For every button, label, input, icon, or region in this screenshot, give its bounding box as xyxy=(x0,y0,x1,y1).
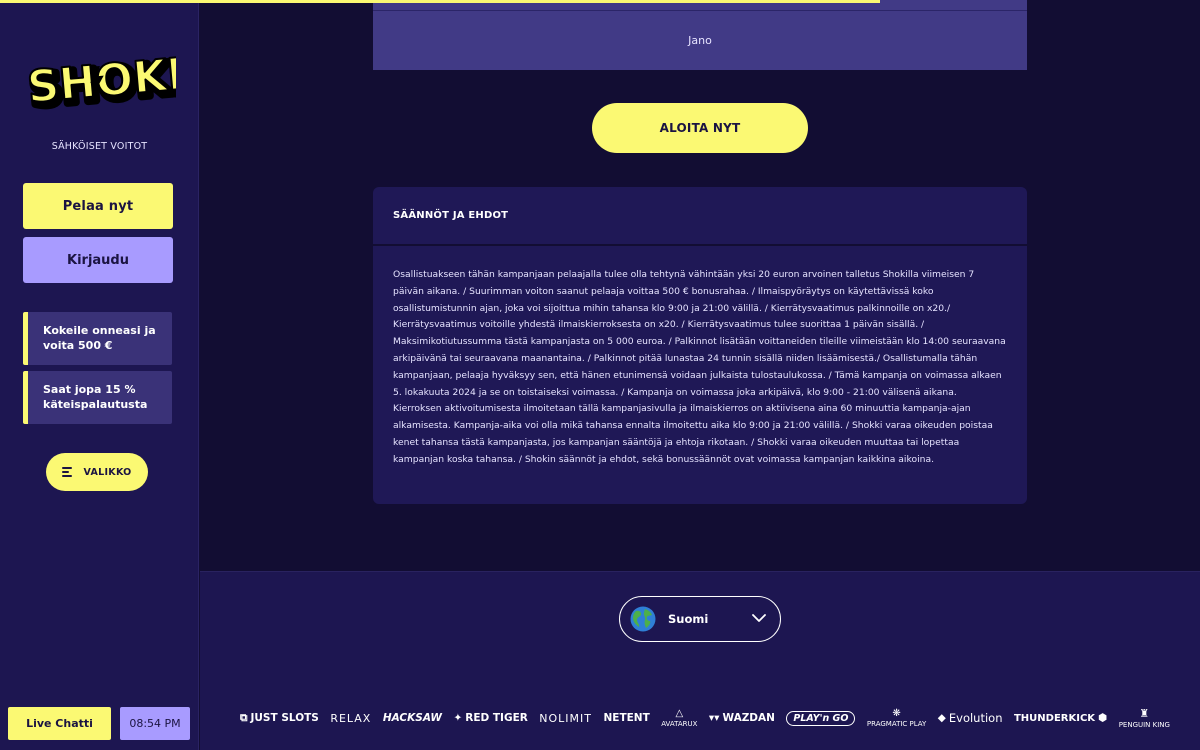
provider-logo-evolution: ◆ Evolution xyxy=(937,711,1003,725)
provider-logos: ⧉ JUST SLOTS RELAX HACKSAW ✦ RED TIGER N… xyxy=(240,703,1170,733)
language-label: Suomi xyxy=(668,612,709,626)
provider-logo-thunderkick: THUNDERKICK ⬢ xyxy=(1013,712,1108,724)
login-button[interactable]: Kirjaudu xyxy=(23,237,173,283)
provider-logo-justslots: ⧉ JUST SLOTS xyxy=(240,711,319,725)
provider-logo-icon: ⧉ xyxy=(240,711,248,724)
table-cell: Jano xyxy=(373,11,1027,70)
chevron-down-icon xyxy=(752,614,766,622)
wazdan-icon: ▾▾ xyxy=(708,712,720,724)
language-select[interactable]: Suomi xyxy=(619,596,781,642)
top-progress-bar xyxy=(0,0,880,3)
provider-logo-hacksaw: HACKSAW xyxy=(382,712,442,724)
pragmatic-icon: ❋ xyxy=(892,708,901,719)
provider-logo-penguinking: ♜ PENGUIN KING xyxy=(1118,707,1170,729)
provider-logo-pragmatic: ❋ PRAGMATIC PLAY xyxy=(866,708,927,728)
provider-logo-wazdan: ▾▾ WAZDAN xyxy=(708,712,775,724)
promo-link-try-luck[interactable]: Kokeile onneasi ja voita 500 € xyxy=(23,312,172,365)
shokki-logo[interactable]: SHOKKI SHOKKI xyxy=(24,44,176,114)
brand-tagline: SÄHKÖISET VOITOT xyxy=(51,141,148,152)
promo-link-cashback[interactable]: Saat jopa 15 % käteispalautusta xyxy=(23,371,172,424)
terms-body: Osallistuakseen tähän kampanjaan pelaaja… xyxy=(373,246,1027,504)
provider-logo-redtiger: ✦ RED TIGER xyxy=(453,712,528,724)
promo-label: Kokeile onneasi ja voita 500 € xyxy=(43,324,156,352)
start-now-button[interactable]: ALOITA NYT xyxy=(592,103,808,153)
avatarux-icon: △ xyxy=(675,708,684,719)
evolution-icon: ◆ xyxy=(937,712,946,724)
live-chat-button[interactable]: Live Chatti xyxy=(8,707,111,740)
promo-label: Saat jopa 15 % käteispalautusta xyxy=(43,383,148,411)
leaderboard-table: Jano xyxy=(373,0,1027,70)
provider-logo-relax: RELAX xyxy=(330,711,372,725)
menu-label: VALIKKO xyxy=(83,466,132,478)
provider-logo-nolimit: NOLIMIT xyxy=(539,711,593,725)
penguin-icon: ♜ xyxy=(1139,707,1150,720)
hamburger-menu-icon xyxy=(62,467,73,477)
play-now-button[interactable]: Pelaa nyt xyxy=(23,183,173,229)
clock-display: 08:54 PM xyxy=(120,707,190,740)
provider-logo-playngo: PLAY'n GO xyxy=(786,710,856,726)
globe-icon xyxy=(630,606,656,632)
sidebar: SHOKKI SHOKKI SÄHKÖISET VOITOT Pelaa nyt… xyxy=(0,0,199,750)
menu-button[interactable]: VALIKKO xyxy=(46,453,148,491)
terms-heading[interactable]: SÄÄNNÖT JA EHDOT xyxy=(373,187,1027,244)
provider-logo-netent: NETENT xyxy=(603,712,650,724)
tiger-icon: ✦ xyxy=(453,712,463,724)
thunderkick-icon: ⬢ xyxy=(1098,712,1108,724)
provider-logo-avatarux: △ AVATARUX xyxy=(661,708,698,728)
